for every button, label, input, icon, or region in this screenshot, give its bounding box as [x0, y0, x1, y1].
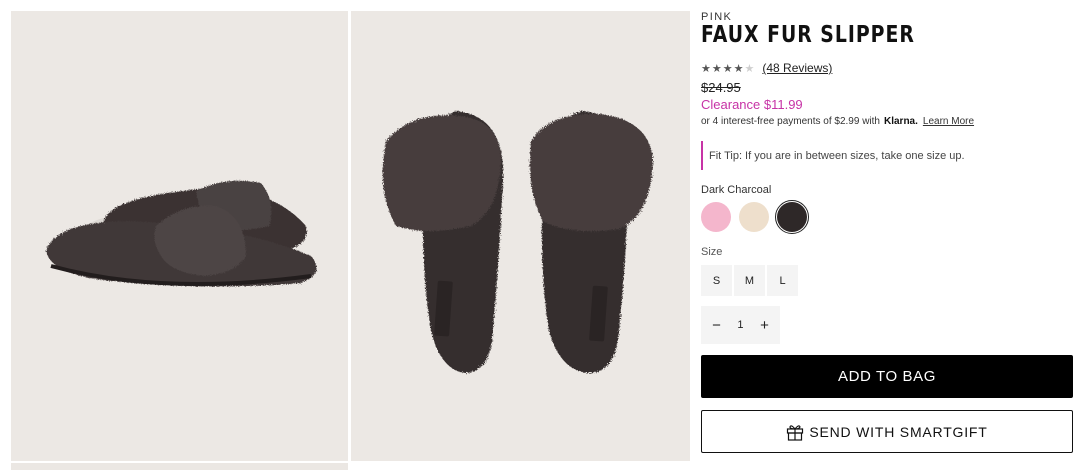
color-swatch-cream[interactable]: [739, 202, 769, 232]
reviews-link[interactable]: (48 Reviews): [762, 61, 832, 75]
size-button-l[interactable]: L: [767, 265, 798, 296]
klarna-logo: Klarna.: [883, 116, 918, 127]
slipper-side-view-image: [46, 180, 317, 287]
star-icon: ★: [711, 62, 722, 75]
quantity-stepper: − 1 +: [701, 306, 780, 344]
product-image-side[interactable]: [11, 11, 348, 461]
smartgift-label: SEND WITH SMARTGIFT: [809, 423, 988, 440]
minus-icon[interactable]: −: [706, 318, 726, 333]
selected-color-label: Dark Charcoal: [701, 184, 772, 196]
color-swatches: [701, 200, 809, 234]
add-to-bag-button[interactable]: ADD TO BAG: [701, 355, 1073, 398]
star-icon: ★: [701, 62, 711, 75]
size-options: S M L: [701, 265, 798, 296]
original-price: $24.95: [701, 80, 741, 95]
clearance-price: Clearance $11.99: [701, 97, 803, 112]
send-with-smartgift-button[interactable]: SEND WITH SMARTGIFT: [701, 410, 1073, 453]
gift-icon: [787, 424, 804, 441]
star-icon: ★: [722, 62, 733, 75]
size-button-m[interactable]: M: [734, 265, 765, 296]
plus-icon[interactable]: +: [755, 318, 775, 333]
size-label: Size: [701, 246, 723, 258]
color-swatch-pink[interactable]: [701, 202, 731, 232]
klarna-installments: or 4 interest-free payments of $2.99 wit…: [701, 116, 974, 127]
rating-row: ★ ★ ★ ★ ★ (48 Reviews): [701, 61, 832, 75]
product-title: FAUX FUR SLIPPER: [701, 22, 915, 48]
star-rating: ★ ★ ★ ★ ★: [701, 62, 754, 75]
quantity-value[interactable]: 1: [737, 319, 743, 331]
size-button-s[interactable]: S: [701, 265, 732, 296]
slipper-top-view-image: [382, 111, 653, 373]
learn-more-link[interactable]: Learn More: [923, 116, 974, 127]
color-swatch-dark-charcoal[interactable]: [775, 200, 809, 234]
fit-tip: Fit Tip: If you are in between sizes, ta…: [701, 141, 965, 170]
star-empty-icon: ★: [744, 62, 755, 75]
product-image-top[interactable]: [351, 11, 690, 461]
star-icon: ★: [733, 62, 744, 75]
installments-text: or 4 interest-free payments of $2.99 wit…: [701, 116, 880, 127]
product-image-next-strip: [11, 463, 348, 470]
